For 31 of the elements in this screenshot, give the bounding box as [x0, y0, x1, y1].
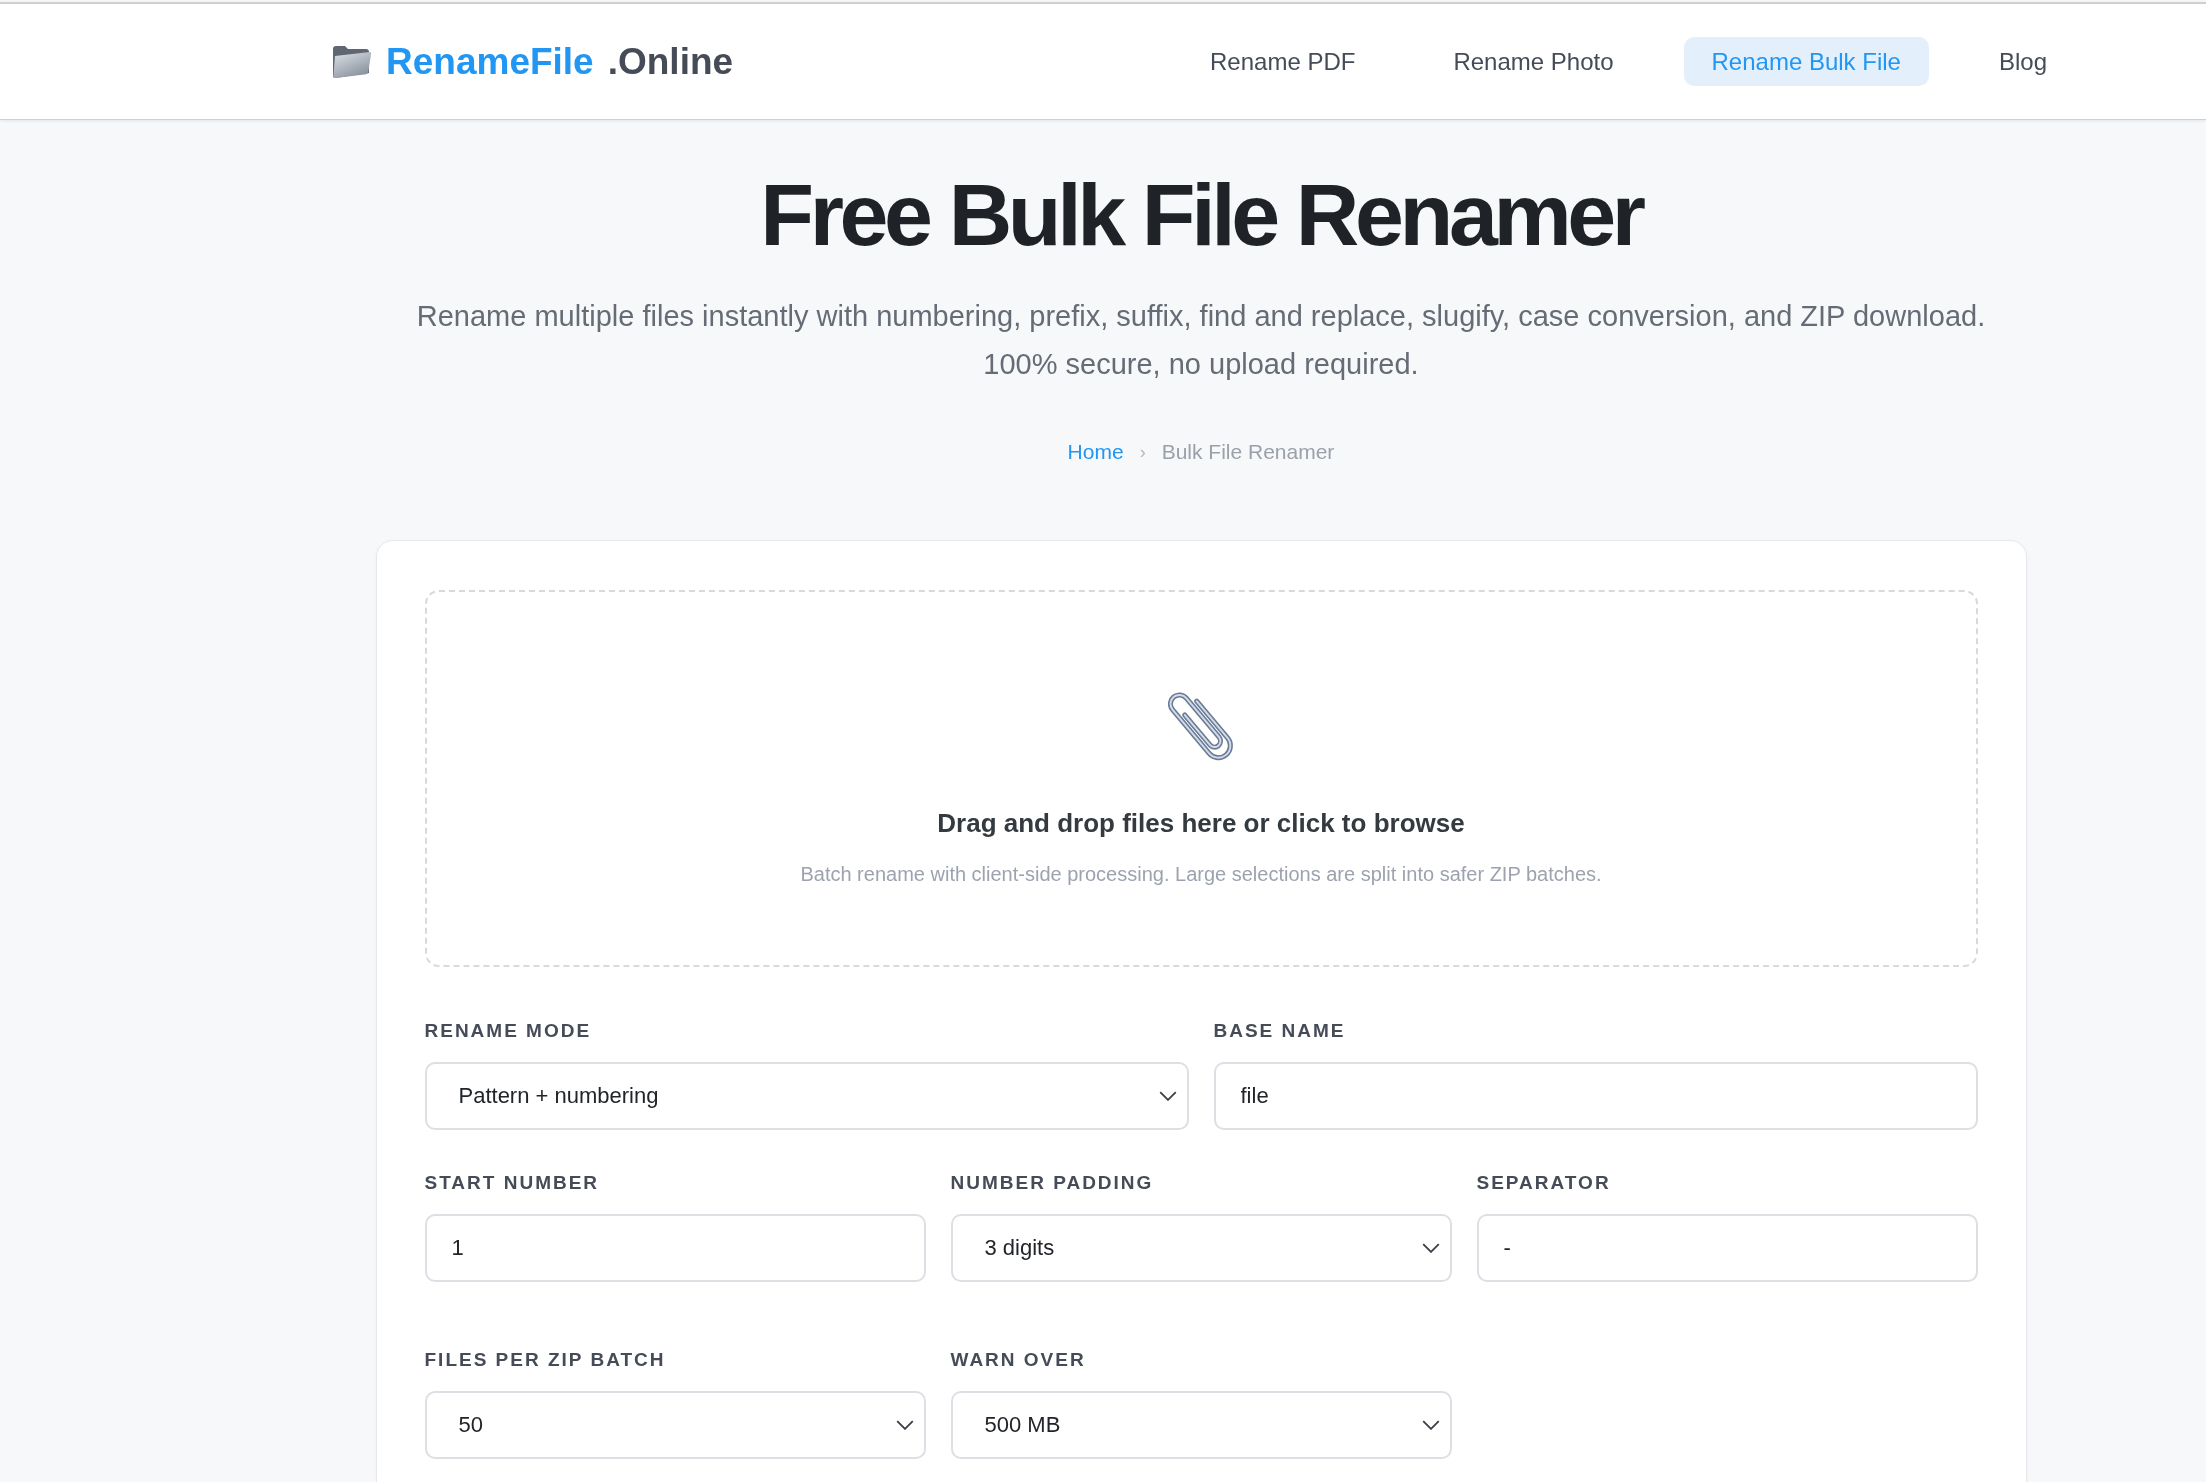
nav-link[interactable]: Rename Photo — [1425, 37, 1642, 86]
field-label: BASE NAME — [1213, 1019, 1347, 1043]
field-label: RENAME MODE — [424, 1019, 593, 1043]
input-field[interactable]: - — [1476, 1214, 1978, 1282]
paperclip-icon — [1168, 689, 1234, 761]
dropdown-field[interactable]: 500 MB — [950, 1391, 1452, 1459]
breadcrumb-current: Bulk File Renamer — [1161, 439, 1335, 465]
folder-icon — [332, 44, 372, 79]
dropdown-field[interactable]: 3 digits — [950, 1214, 1452, 1282]
field-label: WARN OVER — [950, 1348, 1087, 1372]
chevron-down-icon — [1421, 1243, 1440, 1253]
chevron-down-icon — [895, 1420, 914, 1430]
breadcrumb-separator: › — [1139, 441, 1146, 464]
nav-link[interactable]: Blog — [1970, 37, 2075, 86]
chevron-down-icon — [1421, 1420, 1440, 1430]
field-label: START NUMBER — [424, 1171, 601, 1195]
dropdown-field[interactable]: 50 — [424, 1391, 926, 1459]
field-label: NUMBER PADDING — [950, 1171, 1155, 1195]
page-subtitle: Rename multiple files instantly with numbering, prefix, suffix, find and replace, slugify, case conversion, and ZIP download. 100% secure, no upload required. — [415, 299, 1987, 382]
input-field[interactable]: file — [1213, 1062, 1978, 1130]
chevron-down-icon — [1158, 1091, 1177, 1101]
field-label: FILES PER ZIP BATCH — [424, 1348, 667, 1372]
nav-link[interactable]: Rename PDF — [1182, 37, 1384, 86]
dropdown-field[interactable]: Pattern + numbering — [424, 1062, 1189, 1130]
page-title: Free Bulk File Renamer — [760, 166, 1642, 263]
input-field[interactable]: 1 — [424, 1214, 926, 1282]
file-drop-zone[interactable]: Drag and drop files here or click to browse Batch rename with client-side processing. Large selections are split into safer ZIP batches. — [424, 590, 1978, 967]
field-label: SEPARATOR — [1476, 1171, 1612, 1195]
drop-zone-hint: Batch rename with client-side processing. Large selections are split into safer ZIP batches. — [800, 862, 1602, 887]
logo-text[interactable]: .Online — [607, 40, 734, 83]
drop-zone-title: Drag and drop files here or click to browse — [937, 807, 1465, 840]
